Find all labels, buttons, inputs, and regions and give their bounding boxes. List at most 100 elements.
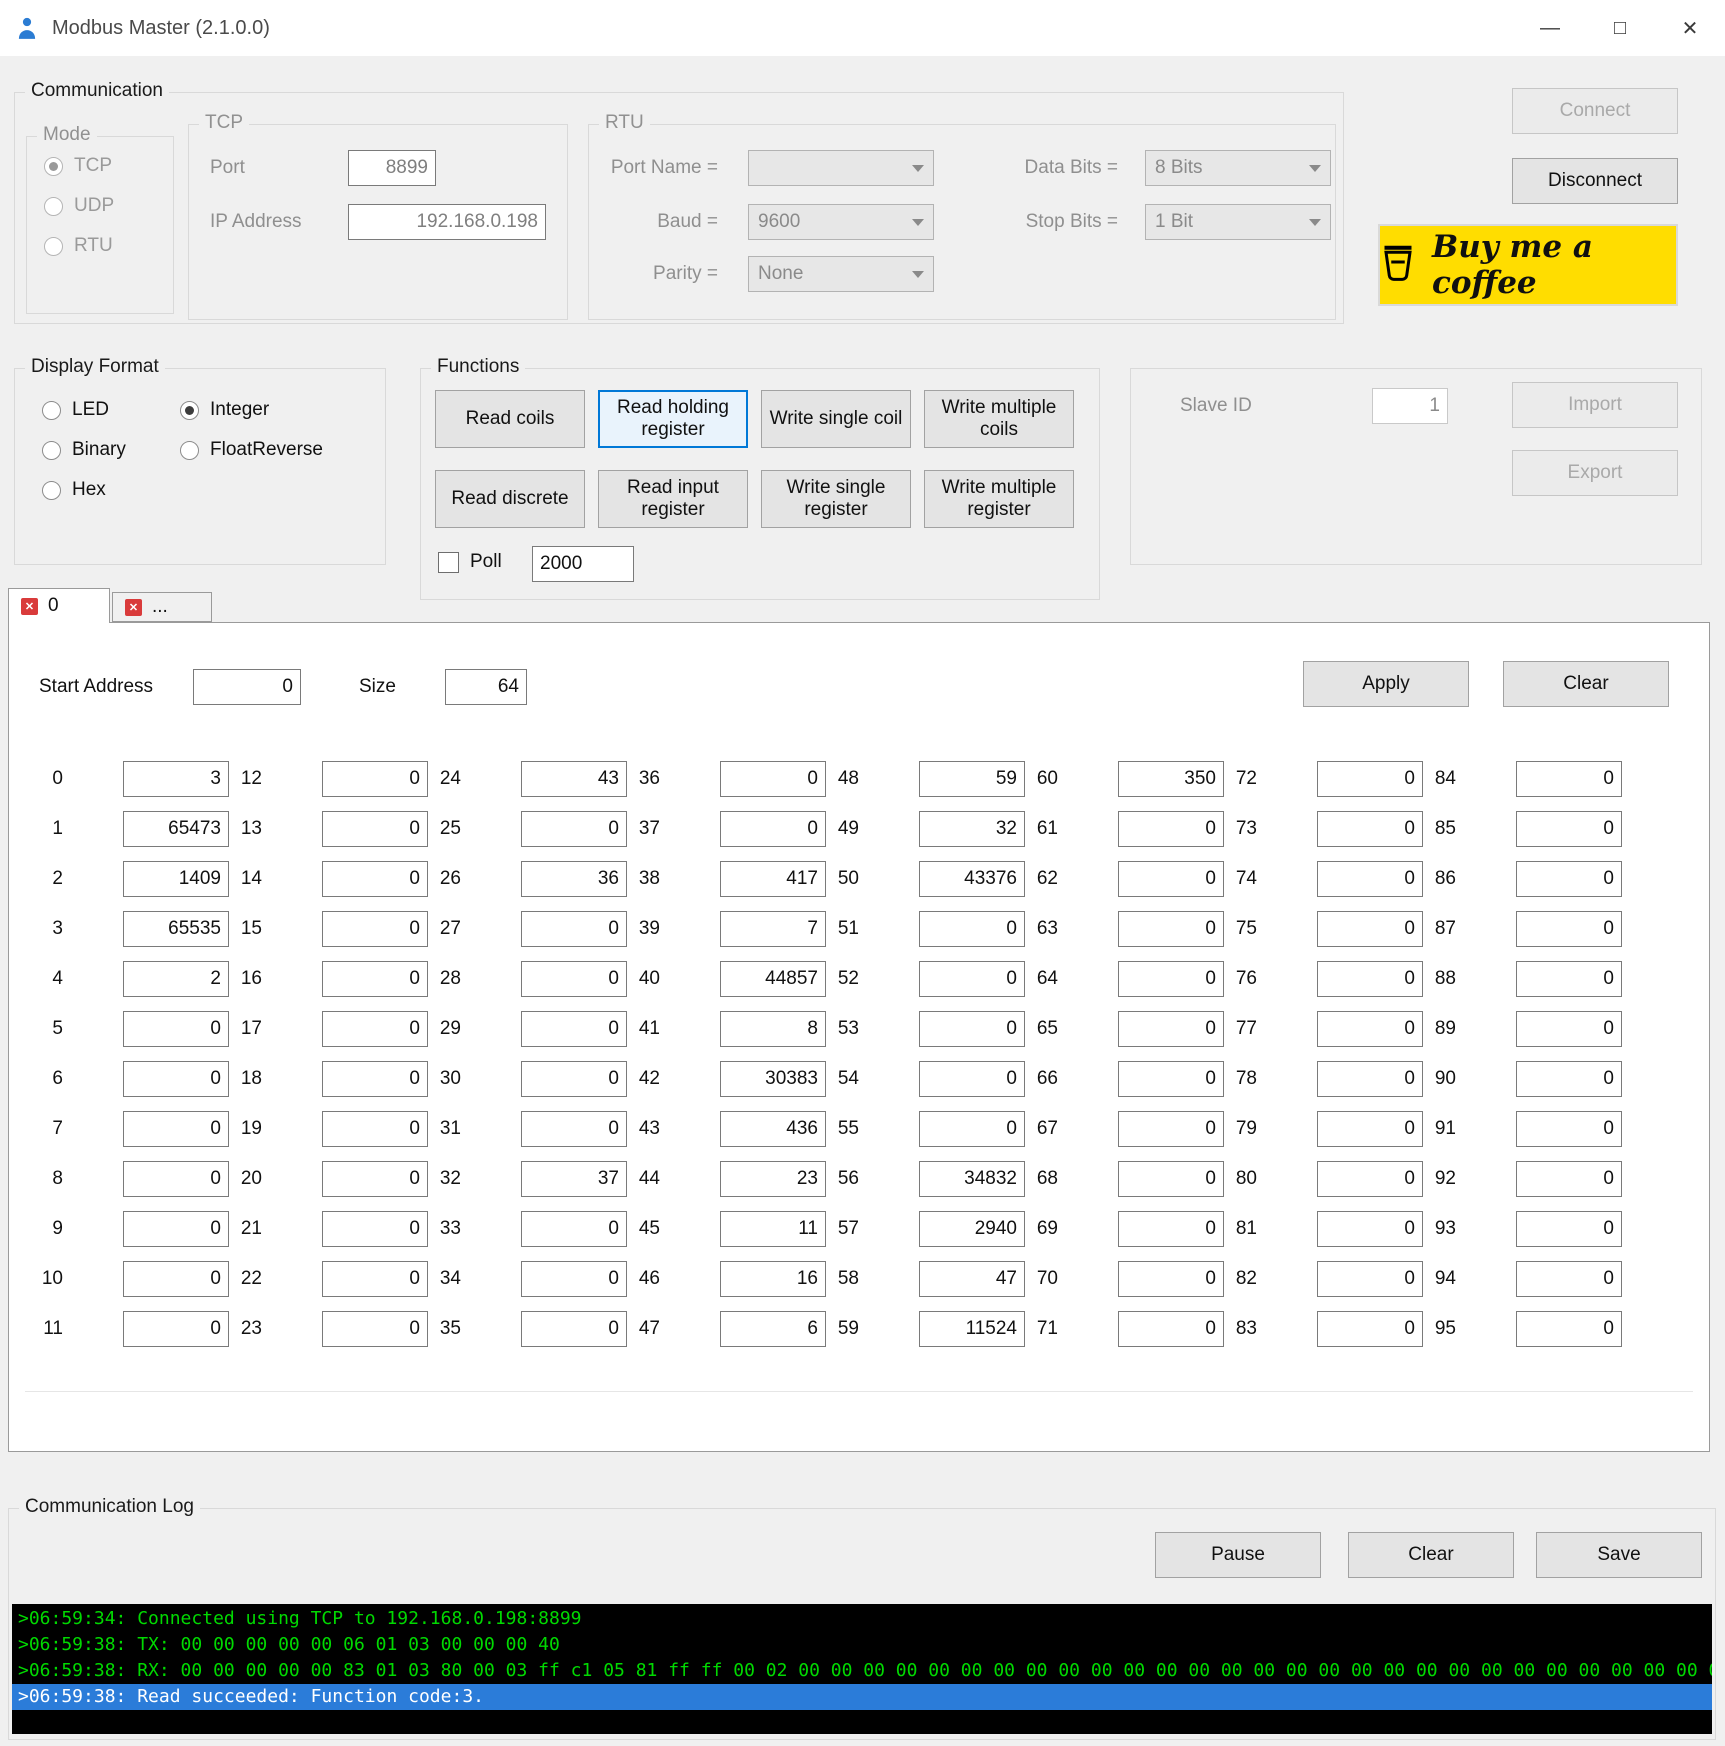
- tab-close-icon[interactable]: ✕: [21, 598, 38, 615]
- register-value-input[interactable]: 0: [1516, 1011, 1622, 1047]
- register-value-input[interactable]: 0: [1516, 961, 1622, 997]
- stop-bits-value: 1 Bit: [1155, 211, 1193, 233]
- register-value-input[interactable]: 0: [1516, 1061, 1622, 1097]
- radio-icon: [180, 441, 199, 460]
- write-single-register-button[interactable]: Write single register: [761, 470, 911, 528]
- radio-format-led[interactable]: LED: [42, 398, 109, 422]
- read-discrete-button[interactable]: Read discrete: [435, 470, 585, 528]
- register-value-input[interactable]: 0: [1516, 911, 1622, 947]
- port-input[interactable]: 8899: [348, 150, 436, 186]
- register-index: 82: [1209, 1261, 1257, 1297]
- register-index: 53: [811, 1011, 859, 1047]
- save-button[interactable]: Save: [1536, 1532, 1702, 1578]
- register-index: 64: [1010, 961, 1058, 997]
- chevron-down-icon: [1309, 219, 1321, 226]
- register-index: 67: [1010, 1111, 1058, 1147]
- functions-label: Functions: [431, 356, 525, 378]
- register-index: 81: [1209, 1211, 1257, 1247]
- register-index: 50: [811, 861, 859, 897]
- register-index: 27: [413, 911, 461, 947]
- register-index: 7: [15, 1111, 63, 1147]
- register-value-input[interactable]: 0: [1516, 811, 1622, 847]
- register-index: 2: [15, 861, 63, 897]
- log-console[interactable]: >06:59:34: Connected using TCP to 192.16…: [12, 1604, 1712, 1734]
- titlebar: Modbus Master (2.1.0.0) — □ ✕: [0, 0, 1725, 56]
- register-value-input[interactable]: 0: [1516, 1211, 1622, 1247]
- ip-address-input[interactable]: 192.168.0.198: [348, 204, 546, 240]
- register-index: 59: [811, 1311, 859, 1347]
- display-format-label: Display Format: [25, 356, 165, 378]
- register-value-input[interactable]: 0: [1516, 1111, 1622, 1147]
- radio-mode-rtu[interactable]: RTU: [44, 234, 113, 258]
- register-index: 90: [1408, 1061, 1456, 1097]
- export-button[interactable]: Export: [1512, 450, 1678, 496]
- connect-button[interactable]: Connect: [1512, 88, 1678, 134]
- radio-mode-tcp[interactable]: TCP: [44, 154, 112, 178]
- register-index: 58: [811, 1261, 859, 1297]
- read-holding-register-button[interactable]: Read holding register: [598, 390, 748, 448]
- close-button[interactable]: ✕: [1655, 0, 1725, 56]
- poll-interval-input[interactable]: 2000: [532, 546, 634, 582]
- radio-selected-icon: [44, 157, 63, 176]
- register-index: 38: [612, 861, 660, 897]
- write-single-coil-button[interactable]: Write single coil: [761, 390, 911, 448]
- register-index: 86: [1408, 861, 1456, 897]
- data-bits-value: 8 Bits: [1155, 157, 1203, 179]
- rtu-groupbox-label: RTU: [599, 112, 650, 134]
- register-index: 91: [1408, 1111, 1456, 1147]
- log-line: >06:59:38: RX: 00 00 00 00 00 83 01 03 8…: [12, 1658, 1712, 1684]
- register-index: 56: [811, 1161, 859, 1197]
- stop-bits-select[interactable]: 1 Bit: [1145, 204, 1331, 240]
- mode-groupbox-label: Mode: [37, 124, 97, 146]
- tcp-groupbox-label: TCP: [199, 112, 249, 134]
- register-index: 66: [1010, 1061, 1058, 1097]
- write-multiple-coils-button[interactable]: Write multiple coils: [924, 390, 1074, 448]
- register-index: 83: [1209, 1311, 1257, 1347]
- stop-bits-label: Stop Bits =: [980, 204, 1118, 240]
- tab-close-icon[interactable]: ✕: [125, 599, 142, 616]
- data-bits-select[interactable]: 8 Bits: [1145, 150, 1331, 186]
- tab-more[interactable]: ✕ ...: [112, 592, 212, 622]
- radio-selected-icon: [180, 401, 199, 420]
- radio-label: RTU: [74, 235, 113, 257]
- slave-id-input[interactable]: 1: [1372, 388, 1448, 424]
- buy-me-a-coffee-button[interactable]: Buy me a coffee: [1378, 224, 1678, 306]
- import-button[interactable]: Import: [1512, 382, 1678, 428]
- maximize-button[interactable]: □: [1585, 0, 1655, 56]
- register-index: 33: [413, 1211, 461, 1247]
- write-multiple-register-button[interactable]: Write multiple register: [924, 470, 1074, 528]
- register-index: 87: [1408, 911, 1456, 947]
- register-index: 93: [1408, 1211, 1456, 1247]
- register-index: 61: [1010, 811, 1058, 847]
- panel-divider: [25, 1391, 1693, 1392]
- radio-format-hex[interactable]: Hex: [42, 478, 106, 502]
- register-index: 60: [1010, 761, 1058, 797]
- radio-icon: [42, 441, 61, 460]
- minimize-button[interactable]: —: [1515, 0, 1585, 56]
- register-value-input[interactable]: 0: [1516, 1161, 1622, 1197]
- tab-0[interactable]: ✕ 0: [8, 588, 110, 623]
- register-value-input[interactable]: 0: [1516, 1311, 1622, 1347]
- port-name-select[interactable]: [748, 150, 934, 186]
- register-index: 47: [612, 1311, 660, 1347]
- radio-mode-udp[interactable]: UDP: [44, 194, 114, 218]
- read-input-register-button[interactable]: Read input register: [598, 470, 748, 528]
- read-coils-button[interactable]: Read coils: [435, 390, 585, 448]
- parity-select[interactable]: None: [748, 256, 934, 292]
- register-index: 8: [15, 1161, 63, 1197]
- port-label: Port: [210, 150, 245, 186]
- register-index: 88: [1408, 961, 1456, 997]
- register-index: 89: [1408, 1011, 1456, 1047]
- register-value-input[interactable]: 0: [1516, 1261, 1622, 1297]
- baud-select[interactable]: 9600: [748, 204, 934, 240]
- pause-button[interactable]: Pause: [1155, 1532, 1321, 1578]
- register-value-input[interactable]: 0: [1516, 761, 1622, 797]
- register-index: 71: [1010, 1311, 1058, 1347]
- radio-format-floatreverse[interactable]: FloatReverse: [180, 438, 323, 462]
- poll-checkbox[interactable]: [438, 552, 459, 573]
- disconnect-button[interactable]: Disconnect: [1512, 158, 1678, 204]
- log-clear-button[interactable]: Clear: [1348, 1532, 1514, 1578]
- radio-format-integer[interactable]: Integer: [180, 398, 269, 422]
- radio-format-binary[interactable]: Binary: [42, 438, 126, 462]
- register-value-input[interactable]: 0: [1516, 861, 1622, 897]
